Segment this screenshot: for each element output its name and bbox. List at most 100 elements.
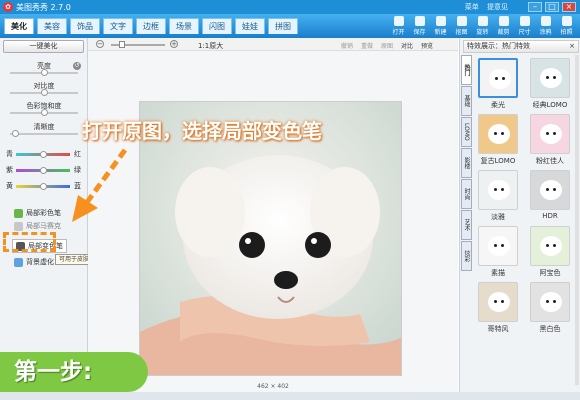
slider-knob[interactable] <box>41 69 48 76</box>
puppy-eye <box>546 244 549 247</box>
tab-collage[interactable]: 拼图 <box>268 18 298 34</box>
category-lomo[interactable]: LOMO <box>461 117 472 147</box>
effects-panel: 特效展示：热门特效 × 热门 基础 LOMO 影楼 时尚 艺术 炫彩 柔光 经典L… <box>459 38 580 392</box>
resize-button[interactable]: 尺寸 <box>514 15 535 37</box>
tab-flash[interactable]: 闪图 <box>202 18 232 34</box>
effect-label: 淡雅 <box>491 213 505 221</box>
one-key-beautify-button[interactable]: 一键美化 <box>3 40 84 53</box>
effect-thumb[interactable]: 哥特风 <box>474 281 522 333</box>
feedback-link[interactable]: 提意见 <box>487 3 508 11</box>
camera-button[interactable]: 拍照 <box>556 15 577 37</box>
effect-thumb[interactable]: 经典LOMO <box>526 57 574 109</box>
compare-button[interactable]: 对比 <box>401 41 413 50</box>
cyan-red-slider[interactable] <box>16 151 70 158</box>
puppy-head <box>540 68 562 88</box>
open-button[interactable]: 打开 <box>388 15 409 37</box>
slider-knob[interactable] <box>40 183 47 190</box>
yellow-blue-slider[interactable] <box>16 183 70 190</box>
maximize-button[interactable]: □ <box>545 2 559 12</box>
effect-label: 哥特风 <box>487 325 509 333</box>
folder-icon <box>393 16 404 26</box>
top-toolbar: 打开 保存 新建 抠图 旋转 裁剪 尺寸 涂鸦 拍照 <box>388 15 577 37</box>
effect-label: 黑白色 <box>539 325 561 333</box>
effect-preview <box>530 226 570 266</box>
slider-knob[interactable] <box>40 151 47 158</box>
collapse-icon[interactable]: × <box>569 41 575 52</box>
category-art[interactable]: 艺术 <box>461 210 472 240</box>
zoom-out-button[interactable]: − <box>96 40 104 48</box>
tab-doll[interactable]: 娃娃 <box>235 18 265 34</box>
category-hot[interactable]: 热门 <box>461 55 472 85</box>
preview-button[interactable]: 预览 <box>421 41 433 50</box>
zoom-slider[interactable] <box>111 41 165 48</box>
tab-decor[interactable]: 饰品 <box>70 18 100 34</box>
redo-button[interactable]: 重做 <box>361 41 373 50</box>
rotate-icon <box>477 16 488 26</box>
mosaic-tool[interactable]: 局部马赛克 <box>14 221 61 231</box>
color-brush-tool[interactable]: 局部彩色笔 <box>14 208 61 218</box>
category-studio[interactable]: 影楼 <box>461 148 472 178</box>
effect-thumb[interactable]: 淡雅 <box>474 169 522 221</box>
effect-categories: 热门 基础 LOMO 影楼 时尚 艺术 炫彩 <box>461 55 472 272</box>
red-label: 红 <box>74 150 81 158</box>
effect-label: 阿宝色 <box>539 269 561 277</box>
doodle-button[interactable]: 涂鸦 <box>535 15 556 37</box>
effect-thumb[interactable]: 素描 <box>474 225 522 277</box>
menu-link[interactable]: 菜单 <box>465 3 479 11</box>
undo-button[interactable]: 撤销 <box>341 41 353 50</box>
effect-thumb[interactable]: 阿宝色 <box>526 225 574 277</box>
effect-preview <box>530 282 570 322</box>
blur-background-tool[interactable]: 背景虚化 <box>14 257 54 267</box>
zoom-knob[interactable] <box>119 41 125 48</box>
tab-text[interactable]: 文字 <box>103 18 133 34</box>
slider-knob[interactable] <box>41 109 48 116</box>
slider-knob[interactable] <box>41 89 48 96</box>
puppy-eye <box>553 244 556 247</box>
tab-frame[interactable]: 边框 <box>136 18 166 34</box>
puppy-head <box>540 236 562 256</box>
effect-thumb[interactable]: 粉红佳人 <box>526 113 574 165</box>
effect-thumb[interactable]: 复古LOMO <box>474 113 522 165</box>
contrast-slider[interactable] <box>10 89 78 96</box>
zoom-in-button[interactable]: + <box>170 40 178 48</box>
category-basic[interactable]: 基础 <box>461 86 472 116</box>
puppy-head <box>489 69 511 89</box>
effect-thumb[interactable]: 柔光 <box>474 57 522 109</box>
save-button[interactable]: 保存 <box>409 15 430 37</box>
effect-preview <box>478 226 518 266</box>
tab-face[interactable]: 美容 <box>37 18 67 34</box>
sharpness-slider[interactable] <box>10 130 78 137</box>
effect-label: HDR <box>542 212 558 220</box>
puppy-head <box>540 124 562 144</box>
slider-knob[interactable] <box>40 167 47 174</box>
category-fashion[interactable]: 时尚 <box>461 179 472 209</box>
original-size-button[interactable]: 1:1原大 <box>198 41 223 51</box>
reset-icon[interactable]: ↺ <box>73 62 81 70</box>
saturation-slider[interactable] <box>10 109 78 116</box>
yellow-label: 黄 <box>6 182 13 190</box>
original-button[interactable]: 原图 <box>381 41 393 50</box>
category-color[interactable]: 炫彩 <box>461 241 472 271</box>
scrollbar[interactable] <box>575 55 579 385</box>
close-button[interactable]: × <box>562 2 576 12</box>
purple-green-slider[interactable] <box>16 167 70 174</box>
cutout-button[interactable]: 抠图 <box>451 15 472 37</box>
brightness-slider[interactable] <box>10 69 78 76</box>
minimize-button[interactable]: – <box>528 2 542 12</box>
cutout-icon <box>456 16 467 26</box>
tab-beautify[interactable]: 美化 <box>4 18 34 34</box>
effect-thumb[interactable]: 黑白色 <box>526 281 574 333</box>
puppy-eye <box>494 300 497 303</box>
puppy-eye <box>546 300 549 303</box>
effect-thumb[interactable]: HDR <box>526 169 574 221</box>
app-logo-icon: ✿ <box>3 2 13 12</box>
puppy-eye <box>553 132 556 135</box>
slider-knob[interactable] <box>12 130 19 137</box>
tab-scene[interactable]: 场景 <box>169 18 199 34</box>
puppy-eye <box>502 77 505 80</box>
new-button[interactable]: 新建 <box>430 15 451 37</box>
mosaic-icon <box>14 221 23 231</box>
effect-label: 复古LOMO <box>480 157 516 165</box>
crop-button[interactable]: 裁剪 <box>493 15 514 37</box>
rotate-button[interactable]: 旋转 <box>472 15 493 37</box>
